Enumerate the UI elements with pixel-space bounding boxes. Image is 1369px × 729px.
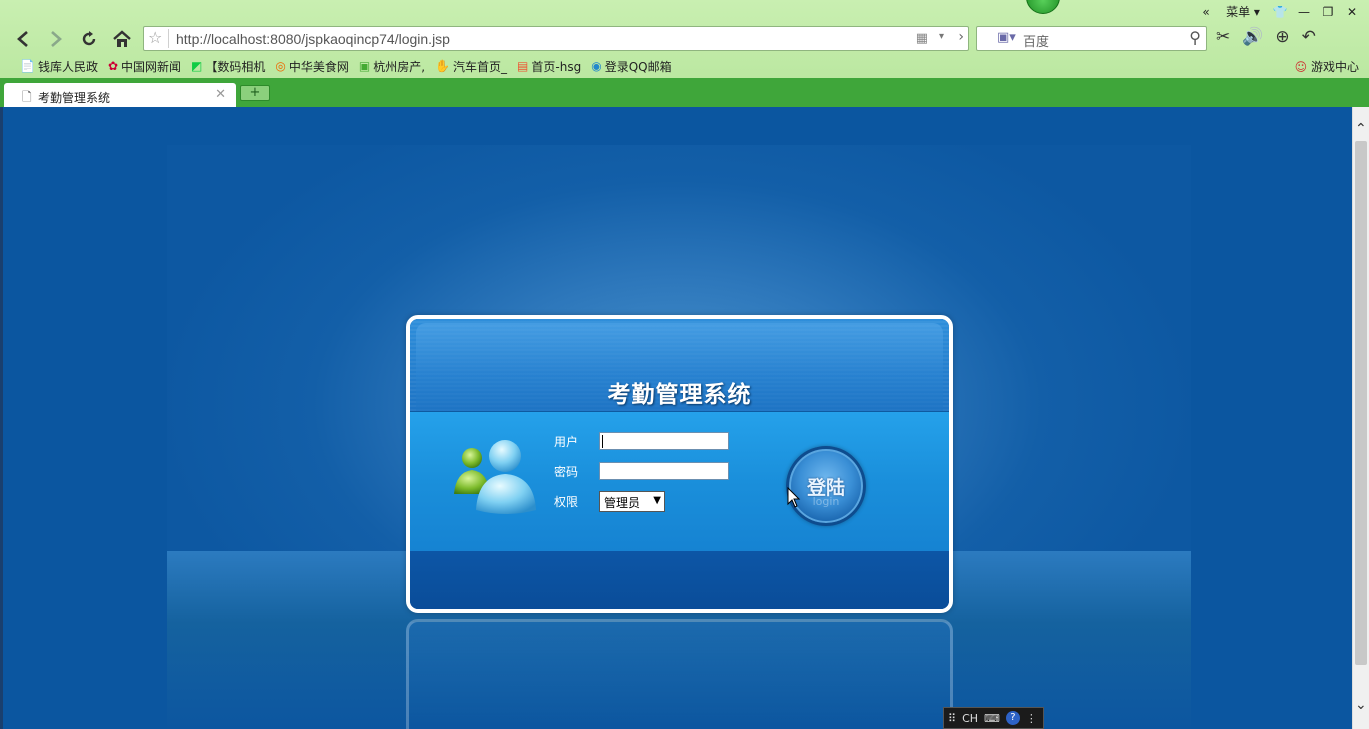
scissors-icon[interactable]: ✂ — [1216, 27, 1230, 47]
restore-button[interactable]: ❐ — [1319, 5, 1337, 19]
go-icon[interactable]: › — [958, 29, 964, 45]
bookmark-item[interactable]: 📄 钱库人民政 — [20, 58, 98, 75]
tab-title: 考勤管理系统 — [38, 91, 111, 105]
help-icon[interactable]: ? — [1005, 711, 1020, 725]
tab-bar: 🗋 考勤管理系统 ✕ + — [0, 78, 1369, 107]
username-input[interactable] — [599, 432, 729, 450]
text-caret — [602, 435, 603, 448]
bookmarks-bar: 📄 钱库人民政 ✿ 中国网新闻 ◩ 【数码相机 ◎ 中华美食网 ▣ 杭州房产, ✋ 汽车首页… — [0, 54, 1369, 78]
download-icon[interactable]: ⊕ — [1275, 27, 1289, 47]
tab-active[interactable]: 🗋 考勤管理系统 ✕ — [4, 83, 236, 107]
ime-menu-icon[interactable]: ⋮ — [1026, 712, 1037, 725]
bookmark-label: 中华美食网 — [288, 59, 349, 74]
game-center-link[interactable]: ☺ 游戏中心 — [1295, 58, 1359, 75]
system-title: 考勤管理系统 — [607, 381, 752, 408]
back-icon[interactable] — [10, 26, 36, 52]
bookmark-label: 登录QQ邮箱 — [604, 59, 672, 74]
site-icon: ◎ — [275, 59, 286, 73]
scroll-thumb[interactable] — [1355, 141, 1367, 665]
login-panel-header: 考勤管理系统 — [410, 319, 949, 411]
speaker-icon[interactable]: 🔊 — [1242, 27, 1263, 47]
bookmark-item[interactable]: ◩ 【数码相机 — [191, 58, 265, 75]
page-viewport: 考勤管理系统 用户 密码 权限 管理员 ▼ 登陆 login — [3, 107, 1352, 729]
site-icon: ◉ — [591, 59, 602, 73]
login-button[interactable]: 登陆 login — [786, 446, 866, 526]
toolbar-icons: ✂ 🔊 ⊕ ↶ — [1216, 27, 1316, 47]
site-icon: ✿ — [107, 59, 119, 73]
ime-language[interactable]: CH — [962, 712, 978, 725]
role-label: 权限 — [554, 495, 579, 509]
chevron-down-icon: ▼ — [653, 495, 661, 506]
game-icon: ☺ — [1294, 60, 1308, 74]
bookmark-label: 中国网新闻 — [121, 59, 182, 74]
page-icon: 📄 — [20, 59, 35, 73]
collapse-icon[interactable]: « — [1197, 5, 1215, 19]
window-controls: « 菜单 ▾ 👕 — ❐ ✕ — [1197, 3, 1361, 20]
browser-logo-icon — [1026, 0, 1060, 14]
home-icon[interactable] — [109, 26, 135, 52]
site-icon: ▣ — [358, 59, 371, 73]
ime-toolbar: ⠿ CH ⌨ ? ⋮ — [943, 707, 1044, 729]
login-panel: 考勤管理系统 用户 密码 权限 管理员 ▼ 登陆 login — [406, 315, 953, 613]
qr-icon[interactable]: ▦ — [916, 31, 928, 46]
bookmark-label: 钱库人民政 — [37, 59, 98, 74]
bookmark-label: 【数码相机 — [205, 59, 266, 74]
site-icon: ▤ — [517, 59, 529, 73]
scroll-up-icon[interactable]: ⌃ — [1355, 121, 1367, 137]
user-label: 用户 — [554, 435, 579, 449]
search-engine-icon[interactable]: ▣▾ — [997, 30, 1016, 45]
cursor-icon — [787, 487, 801, 508]
bookmark-label: 汽车首页_ — [453, 59, 508, 74]
role-selected-value: 管理员 — [604, 496, 641, 510]
game-center-label: 游戏中心 — [1310, 60, 1359, 74]
undo-icon[interactable]: ↶ — [1302, 27, 1316, 47]
login-form-area: 用户 密码 权限 管理员 ▼ 登陆 login — [410, 411, 949, 551]
search-box[interactable]: ▣▾ 百度 ⚲ — [976, 26, 1207, 51]
bookmark-item[interactable]: ◉ 登录QQ邮箱 — [591, 58, 671, 75]
password-label: 密码 — [554, 465, 579, 479]
forward-icon[interactable] — [43, 26, 69, 52]
bookmark-item[interactable]: ▤ 首页-hsg — [517, 58, 581, 75]
users-icon — [454, 440, 536, 514]
star-icon[interactable]: ☆ — [148, 28, 162, 47]
address-separator — [168, 29, 169, 48]
ime-grip-icon[interactable]: ⠿ — [948, 712, 956, 725]
close-tab-icon[interactable]: ✕ — [215, 87, 226, 102]
role-select[interactable]: 管理员 ▼ — [599, 491, 665, 512]
search-input[interactable]: 百度 — [1023, 31, 1049, 50]
password-input[interactable] — [599, 462, 729, 480]
bookmark-item[interactable]: ▣ 杭州房产, — [359, 58, 425, 75]
address-url[interactable]: http://localhost:8080/jspkaoqincp74/logi… — [176, 31, 450, 47]
login-panel-footer — [410, 551, 949, 609]
keyboard-icon[interactable]: ⌨ — [984, 712, 1000, 725]
page-icon: 🗋 — [22, 90, 32, 104]
title-bar: « 菜单 ▾ 👕 — ❐ ✕ — [0, 0, 1369, 24]
address-dropdown-icon[interactable]: ▾ — [939, 31, 944, 42]
new-tab-button[interactable]: + — [240, 85, 270, 101]
bookmark-item[interactable]: ◎ 中华美食网 — [275, 58, 349, 75]
close-button[interactable]: ✕ — [1343, 5, 1361, 19]
menu-button[interactable]: 菜单 ▾ — [1221, 3, 1265, 20]
browser-chrome: « 菜单 ▾ 👕 — ❐ ✕ ☆ http://localhost:8080/j… — [0, 0, 1369, 107]
address-bar[interactable]: ☆ http://localhost:8080/jspkaoqincp74/lo… — [143, 26, 969, 51]
bookmark-item[interactable]: ✋ 汽车首页_ — [435, 58, 507, 75]
minimize-button[interactable]: — — [1295, 5, 1313, 19]
skin-icon[interactable]: 👕 — [1271, 5, 1289, 19]
scroll-down-icon[interactable]: ⌄ — [1355, 697, 1367, 713]
bookmark-label: 首页-hsg — [531, 59, 582, 74]
reload-icon[interactable] — [76, 26, 102, 52]
search-icon[interactable]: ⚲ — [1189, 28, 1201, 47]
bookmark-item[interactable]: ✿ 中国网新闻 — [108, 58, 181, 75]
site-icon: ✋ — [435, 59, 451, 73]
site-icon: ◩ — [191, 59, 203, 73]
bookmark-label: 杭州房产, — [373, 59, 426, 74]
navigation-toolbar: ☆ http://localhost:8080/jspkaoqincp74/lo… — [0, 24, 1369, 54]
menu-label: 菜单 — [1226, 5, 1251, 19]
panel-reflection — [406, 619, 953, 729]
vertical-scrollbar[interactable]: ⌃ ⌄ — [1352, 107, 1369, 729]
